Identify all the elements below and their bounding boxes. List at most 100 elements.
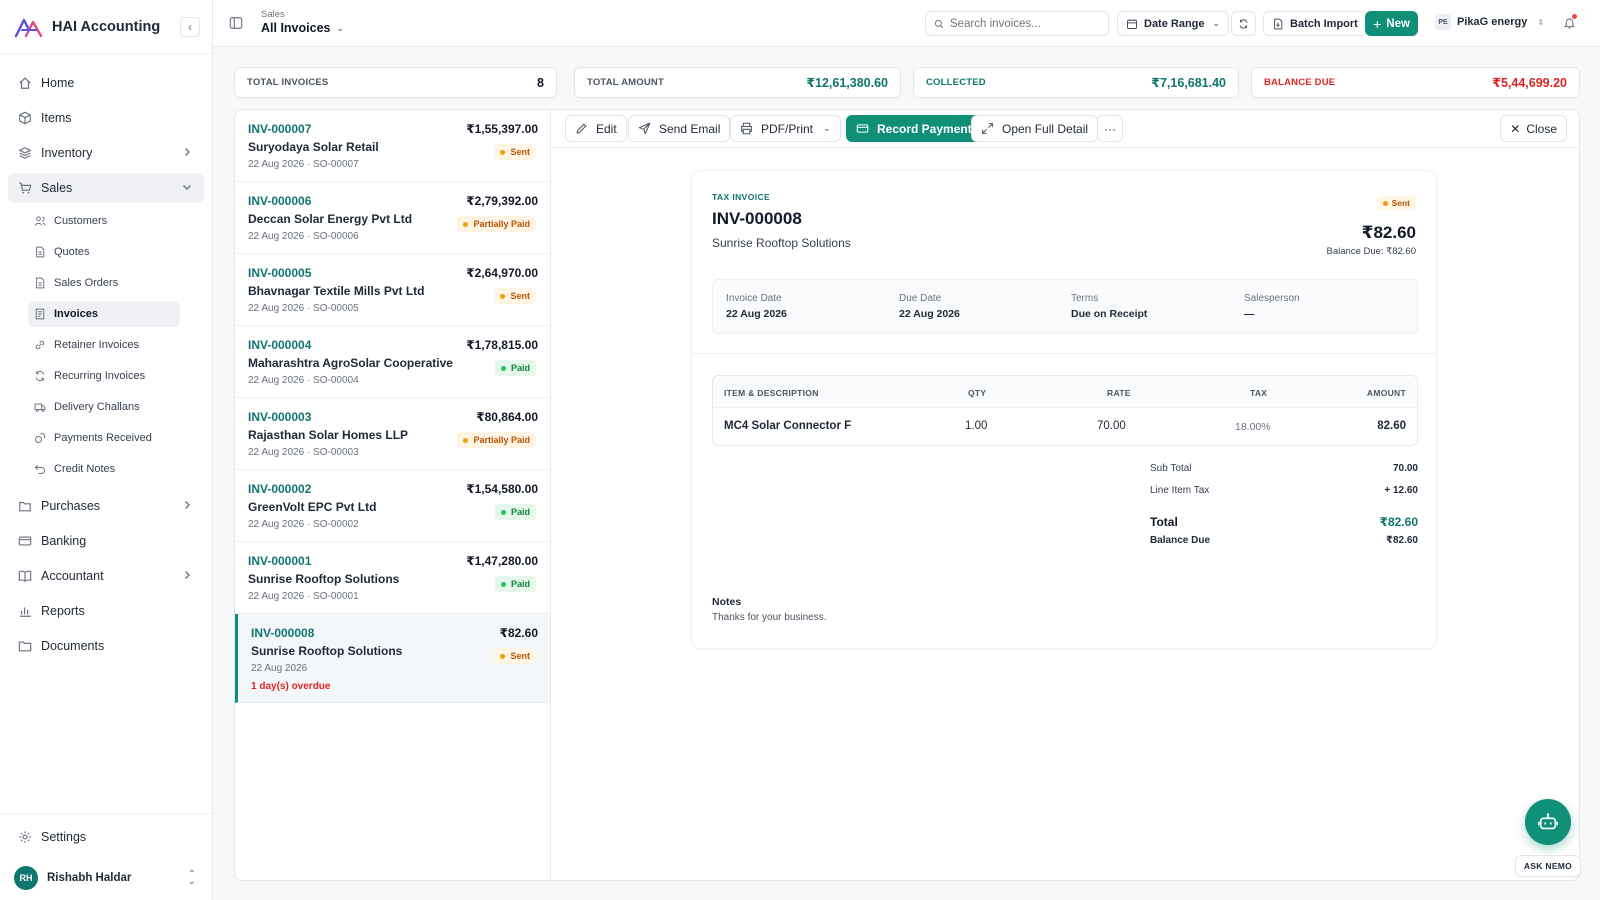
pdf-print-label: PDF/Print bbox=[761, 121, 814, 136]
stat-value: ₹5,44,699.20 bbox=[1492, 76, 1567, 90]
column-header-qty: QTY bbox=[968, 388, 987, 398]
invoice-customer: Maharashtra AgroSolar Cooperative bbox=[248, 356, 453, 370]
invoice-list-item[interactable]: INV-000005 ₹2,64,970.00 Bhavnagar Textil… bbox=[235, 254, 550, 326]
ask-assistant-label[interactable]: ASK NEMO bbox=[1515, 855, 1581, 877]
invoice-list-item-selected[interactable]: INV-000008 ₹82.60 Sunrise Rooftop Soluti… bbox=[235, 614, 550, 703]
search-icon bbox=[934, 19, 944, 28]
invoice-meta: 22 Aug 2026 · SO-00001 bbox=[248, 591, 359, 602]
more-dots-icon: ··· bbox=[1104, 121, 1116, 136]
sidebar-subitem-customers[interactable]: Customers bbox=[28, 208, 180, 234]
overdue-label: 1 day(s) overdue bbox=[251, 681, 331, 692]
sidebar-subitem-delivery-challans[interactable]: Delivery Challans bbox=[28, 394, 180, 420]
collapse-sidebar-button[interactable]: ‹ bbox=[180, 17, 200, 37]
status-dot bbox=[500, 149, 506, 155]
card-icon bbox=[856, 124, 869, 133]
breadcrumb-current[interactable]: All Invoices ⌄ bbox=[261, 21, 344, 35]
status-dot bbox=[1382, 200, 1388, 206]
invoice-list-item[interactable]: INV-000001 ₹1,47,280.00 Sunrise Rooftop … bbox=[235, 542, 550, 614]
card-icon bbox=[18, 536, 32, 546]
field-label: Due Date bbox=[899, 293, 942, 304]
invoice-list-item[interactable]: INV-000007 ₹1,55,397.00 Suryodaya Solar … bbox=[235, 110, 550, 182]
sidebar-subitem-label: Sales Orders bbox=[54, 277, 119, 289]
sidebar-item-reports[interactable]: Reports bbox=[8, 596, 204, 626]
sidebar-subitem-quotes[interactable]: Quotes bbox=[28, 239, 180, 265]
invoice-meta: 22 Aug 2026 · SO-00003 bbox=[248, 447, 359, 458]
search-input[interactable] bbox=[950, 17, 1100, 30]
new-button[interactable]: + New bbox=[1365, 11, 1418, 36]
sidebar-item-inventory[interactable]: Inventory bbox=[8, 138, 204, 168]
invoice-meta: 22 Aug 2026 · SO-00005 bbox=[248, 303, 359, 314]
sidebar-item-settings[interactable]: Settings bbox=[8, 822, 204, 852]
stat-value: ₹7,16,681.40 bbox=[1151, 76, 1226, 90]
batch-import-label: Batch Import bbox=[1290, 17, 1358, 30]
field-value: 22 Aug 2026 bbox=[726, 308, 787, 320]
invoice-list-item[interactable]: INV-000002 ₹1,54,580.00 GreenVolt EPC Pv… bbox=[235, 470, 550, 542]
layers-icon bbox=[18, 147, 32, 159]
document-total: ₹82.60 bbox=[1361, 223, 1416, 242]
sidebar-item-banking[interactable]: Banking bbox=[8, 526, 204, 556]
sidebar-item-label: Reports bbox=[41, 604, 85, 618]
chevron-right-icon bbox=[185, 501, 190, 509]
sidebar-item-label: Banking bbox=[41, 534, 87, 548]
chevron-left-icon: ‹ bbox=[188, 20, 192, 34]
assistant-button[interactable] bbox=[1525, 799, 1571, 845]
home-icon bbox=[19, 77, 31, 89]
receipt-icon bbox=[35, 308, 45, 320]
field-label: Invoice Date bbox=[726, 293, 782, 304]
sidebar-item-label: Purchases bbox=[41, 499, 101, 513]
sidebar-item-accountant[interactable]: Accountant bbox=[8, 561, 204, 591]
sidebar-subitem-sales-orders[interactable]: Sales Orders bbox=[28, 270, 180, 296]
chevron-down-icon: ⌄ bbox=[1212, 18, 1221, 28]
refresh-button[interactable] bbox=[1231, 11, 1256, 36]
sidebar-subitem-credit-notes[interactable]: Credit Notes bbox=[28, 456, 180, 482]
invoice-customer: Bhavnagar Textile Mills Pvt Ltd bbox=[248, 284, 425, 298]
field-value: Due on Receipt bbox=[1071, 308, 1148, 320]
breadcrumb-parent[interactable]: Sales bbox=[261, 9, 285, 20]
sidebar-subitem-payments-received[interactable]: Payments Received bbox=[28, 425, 180, 451]
sidebar-item-home[interactable]: Home bbox=[8, 68, 204, 98]
edit-button[interactable]: Edit bbox=[565, 115, 627, 142]
invoice-amount: ₹1,47,280.00 bbox=[466, 554, 538, 568]
invoice-customer: Deccan Solar Energy Pvt Ltd bbox=[248, 212, 413, 226]
panel-toggle-icon[interactable] bbox=[229, 16, 243, 30]
record-payment-button[interactable]: Record Payment bbox=[846, 115, 982, 142]
line-tax-row: Line Item Tax + 12.60 bbox=[1150, 485, 1418, 496]
batch-import-button[interactable]: Batch Import bbox=[1263, 11, 1367, 36]
sidebar-subitem-retainer-invoices[interactable]: Retainer Invoices bbox=[28, 332, 180, 358]
more-actions-button[interactable]: ··· bbox=[1097, 115, 1123, 142]
org-switcher[interactable]: PE PikaG energy ⇕ bbox=[1435, 14, 1544, 30]
invoice-list-item[interactable]: INV-000006 ₹2,79,392.00 Deccan Solar Ene… bbox=[235, 182, 550, 254]
chevron-down-icon: ⌄ bbox=[336, 22, 345, 33]
invoice-list-item[interactable]: INV-000004 ₹1,78,815.00 Maharashtra Agro… bbox=[235, 326, 550, 398]
invoice-number: INV-000005 bbox=[248, 266, 312, 280]
user-name: Rishabh Haldar bbox=[47, 872, 132, 884]
chevron-updown-icon: ⇕ bbox=[1537, 17, 1545, 27]
invoice-list-item[interactable]: INV-000003 ₹80,864.00 Rajasthan Solar Ho… bbox=[235, 398, 550, 470]
sidebar-item-sales[interactable]: Sales bbox=[8, 173, 204, 203]
refresh-icon bbox=[1239, 18, 1248, 29]
sidebar-item-purchases[interactable]: Purchases bbox=[8, 491, 204, 521]
invoice-number: INV-000008 bbox=[251, 626, 315, 640]
document-number: INV-000008 bbox=[712, 209, 802, 228]
sidebar-item-documents[interactable]: Documents bbox=[8, 631, 204, 661]
pdf-print-button[interactable]: PDF/Print ⌄ bbox=[730, 115, 841, 142]
balance-due-value: ₹82.60 bbox=[1386, 535, 1418, 546]
user-menu[interactable]: RH Rishabh Haldar ⌃ ⌄ bbox=[0, 856, 212, 900]
sidebar-item-label: Sales bbox=[41, 181, 73, 195]
invoice-workspace: INV-000007 ₹1,55,397.00 Suryodaya Solar … bbox=[234, 109, 1580, 881]
sidebar-item-items[interactable]: Items bbox=[8, 103, 204, 133]
date-range-button[interactable]: Date Range ⌄ bbox=[1117, 11, 1230, 36]
sidebar-subitem-invoices[interactable]: Invoices bbox=[28, 301, 180, 327]
search-box[interactable] bbox=[925, 11, 1109, 36]
sidebar-subitem-recurring-invoices[interactable]: Recurring Invoices bbox=[28, 363, 180, 389]
send-email-button[interactable]: Send Email bbox=[628, 115, 731, 142]
invoice-meta: 22 Aug 2026 · SO-00002 bbox=[248, 519, 359, 530]
close-button[interactable]: ✕ Close bbox=[1500, 115, 1567, 142]
line-item-tax: 18.00% bbox=[1235, 421, 1271, 433]
total-row: Total ₹82.60 bbox=[1150, 515, 1418, 529]
invoice-amount: ₹82.60 bbox=[499, 626, 538, 640]
open-full-detail-button[interactable]: Open Full Detail bbox=[971, 115, 1099, 142]
notification-dot bbox=[1572, 14, 1577, 19]
sidebar-subitem-label: Retainer Invoices bbox=[54, 339, 139, 351]
subtotal-value: 70.00 bbox=[1392, 463, 1418, 474]
